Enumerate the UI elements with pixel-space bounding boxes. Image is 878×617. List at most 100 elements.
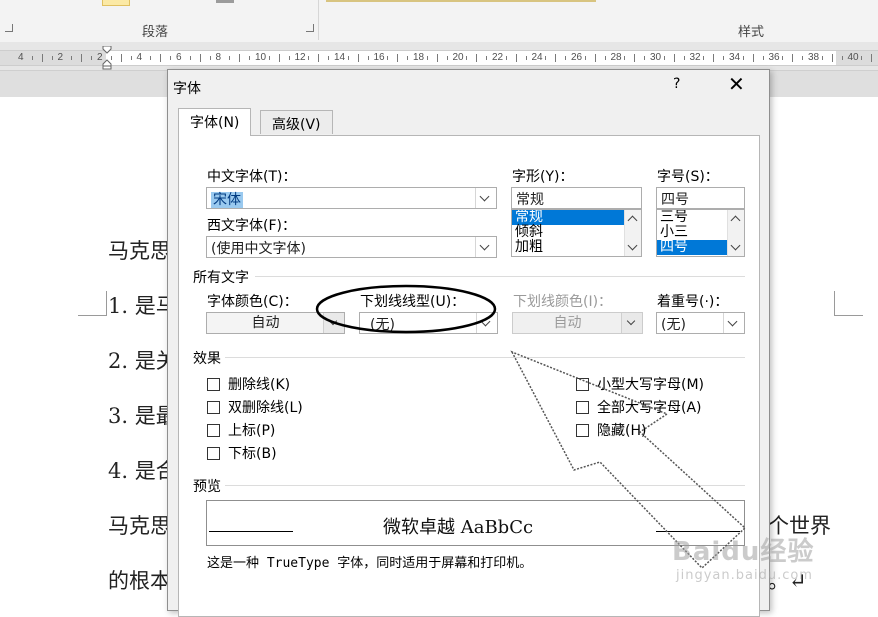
chevron-down-icon[interactable] — [476, 313, 497, 333]
chinese-font-value: 宋体 — [211, 192, 243, 208]
chevron-down-icon[interactable] — [475, 188, 496, 208]
ruler-tick — [229, 56, 231, 60]
horizontal-ruler[interactable]: 4 2 2 4 6 8 10 12 14 16 18 20 22 24 26 28 30 32 34 36 38 40 — [0, 42, 878, 71]
ruler-tick — [91, 56, 93, 60]
ruler-tick — [189, 56, 191, 60]
chevron-down-icon[interactable] — [323, 313, 344, 333]
emphasis-combo[interactable]: (无) — [656, 312, 745, 334]
tab-advanced[interactable]: 高级(V) — [260, 110, 333, 134]
ruler-number: 8 — [215, 52, 222, 63]
chevron-down-icon[interactable] — [475, 237, 496, 257]
small-caps-checkbox[interactable]: 小型大写字母(M) — [576, 374, 704, 394]
underline-color-picker[interactable]: 自动 — [512, 312, 643, 334]
ruler-tick — [357, 54, 359, 62]
ruler-number: 20 — [452, 52, 464, 63]
paragraph-dialog-launcher-icon[interactable] — [306, 24, 314, 32]
checkbox-box[interactable] — [207, 446, 220, 460]
ribbon-button[interactable] — [216, 0, 234, 3]
hidden-checkbox[interactable]: 隐藏(H) — [576, 420, 646, 440]
font-style-input[interactable]: 常规 — [511, 187, 642, 209]
ruler-tick — [831, 54, 833, 62]
preview-group-title: 预览 — [193, 479, 221, 495]
scroll-up-icon[interactable] — [627, 215, 638, 226]
ruler-tick — [367, 56, 369, 60]
checkbox-box[interactable] — [207, 400, 220, 414]
ruler-number: 28 — [610, 52, 622, 63]
ruler-tick — [288, 56, 290, 60]
ruler-tick — [150, 56, 152, 60]
preview-rule-left — [209, 531, 293, 532]
checkbox-box[interactable] — [207, 377, 220, 391]
emphasis-label: 着重号(·)： — [657, 294, 729, 310]
list-item[interactable]: 加粗 — [512, 240, 641, 255]
font-style-list[interactable]: 常规 倾斜 加粗 — [511, 209, 642, 257]
ruler-number: 22 — [492, 52, 504, 63]
chinese-font-label: 中文字体(T)： — [207, 169, 297, 185]
scroll-down-icon[interactable] — [627, 240, 638, 251]
underline-style-combo[interactable]: (无) — [359, 312, 498, 334]
help-button[interactable]: ? — [673, 76, 680, 92]
chevron-down-icon[interactable] — [621, 313, 642, 333]
western-font-combo[interactable]: (使用中文字体) — [206, 236, 497, 258]
font-color-picker[interactable]: 自动 — [206, 312, 345, 334]
chinese-font-combo[interactable]: 宋体 — [206, 187, 497, 209]
checkbox-label: 全部大写字母(A) — [597, 400, 702, 416]
font-dialog-launcher-icon[interactable] — [5, 24, 13, 32]
ruler-tick — [624, 56, 626, 60]
ruler-number: 2 — [57, 52, 64, 63]
paragraph-group-label: 段落 — [142, 25, 169, 40]
ruler-tick — [604, 56, 606, 60]
western-font-value: (使用中文字体) — [211, 241, 306, 257]
emphasis-value: (无) — [661, 317, 686, 333]
ruler-tick — [505, 56, 507, 60]
font-dialog: 字体 ? ✕ 字体(N) 高级(V) 中文字体(T)： 宋体 西文字体(F)： … — [167, 69, 770, 617]
ruler-tick — [239, 54, 241, 62]
ruler-tick — [565, 56, 567, 60]
ruler-tick — [160, 54, 162, 62]
ruler-number: 16 — [373, 52, 385, 63]
checkbox-box[interactable] — [576, 377, 589, 391]
ruler-strip: 4 2 2 4 6 8 10 12 14 16 18 20 22 24 26 28 30 32 34 36 38 40 — [0, 50, 878, 66]
group-divider — [255, 276, 745, 277]
scrollbar[interactable] — [727, 210, 744, 256]
all-caps-checkbox[interactable]: 全部大写字母(A) — [576, 397, 702, 417]
list-item[interactable]: 常规 — [512, 210, 641, 225]
scroll-up-icon[interactable] — [730, 215, 741, 226]
scrollbar[interactable] — [624, 210, 641, 256]
ruler-number: 12 — [294, 52, 306, 63]
superscript-checkbox[interactable]: 上标(P) — [207, 420, 275, 440]
double-strikethrough-checkbox[interactable]: 双删除线(L) — [207, 397, 303, 417]
watermark-url: jingyan.baidu.com — [676, 568, 813, 583]
tab-font[interactable]: 字体(N) — [178, 108, 252, 136]
styles-gallery[interactable] — [326, 0, 596, 2]
ruler-tick — [802, 56, 804, 60]
strikethrough-checkbox[interactable]: 删除线(K) — [207, 374, 290, 394]
underline-style-label: 下划线线型(U)： — [360, 294, 466, 310]
chevron-down-icon[interactable] — [723, 313, 744, 333]
ruler-tick — [446, 56, 448, 60]
ruler-number: 38 — [808, 52, 820, 63]
ruler-tick — [673, 54, 675, 62]
ruler-tick — [199, 54, 201, 62]
scroll-down-icon[interactable] — [730, 240, 741, 251]
ruler-tick — [782, 56, 784, 60]
checkbox-label: 双删除线(L) — [228, 400, 303, 416]
ruler-tick — [426, 56, 428, 60]
preview-note: 这是一种 TrueType 字体，同时适用于屏幕和打印机。 — [207, 556, 533, 571]
font-size-list[interactable]: 三号 小三 四号 — [656, 209, 745, 257]
ruler-tick — [347, 56, 349, 60]
ribbon-highlight-button[interactable] — [102, 0, 130, 6]
indent-marker-icon[interactable] — [102, 46, 112, 70]
ruler-tick — [476, 54, 478, 62]
close-icon[interactable]: ✕ — [728, 72, 745, 96]
checkbox-box[interactable] — [576, 423, 589, 437]
western-font-label: 西文字体(F)： — [207, 218, 296, 234]
checkbox-box[interactable] — [576, 400, 589, 414]
ruler-tick — [170, 56, 172, 60]
ruler-tick — [644, 56, 646, 60]
font-size-input[interactable]: 四号 — [656, 187, 745, 209]
subscript-checkbox[interactable]: 下标(B) — [207, 443, 277, 463]
checkbox-box[interactable] — [207, 423, 220, 437]
ruler-number: 18 — [413, 52, 425, 63]
list-item[interactable]: 倾斜 — [512, 225, 641, 240]
